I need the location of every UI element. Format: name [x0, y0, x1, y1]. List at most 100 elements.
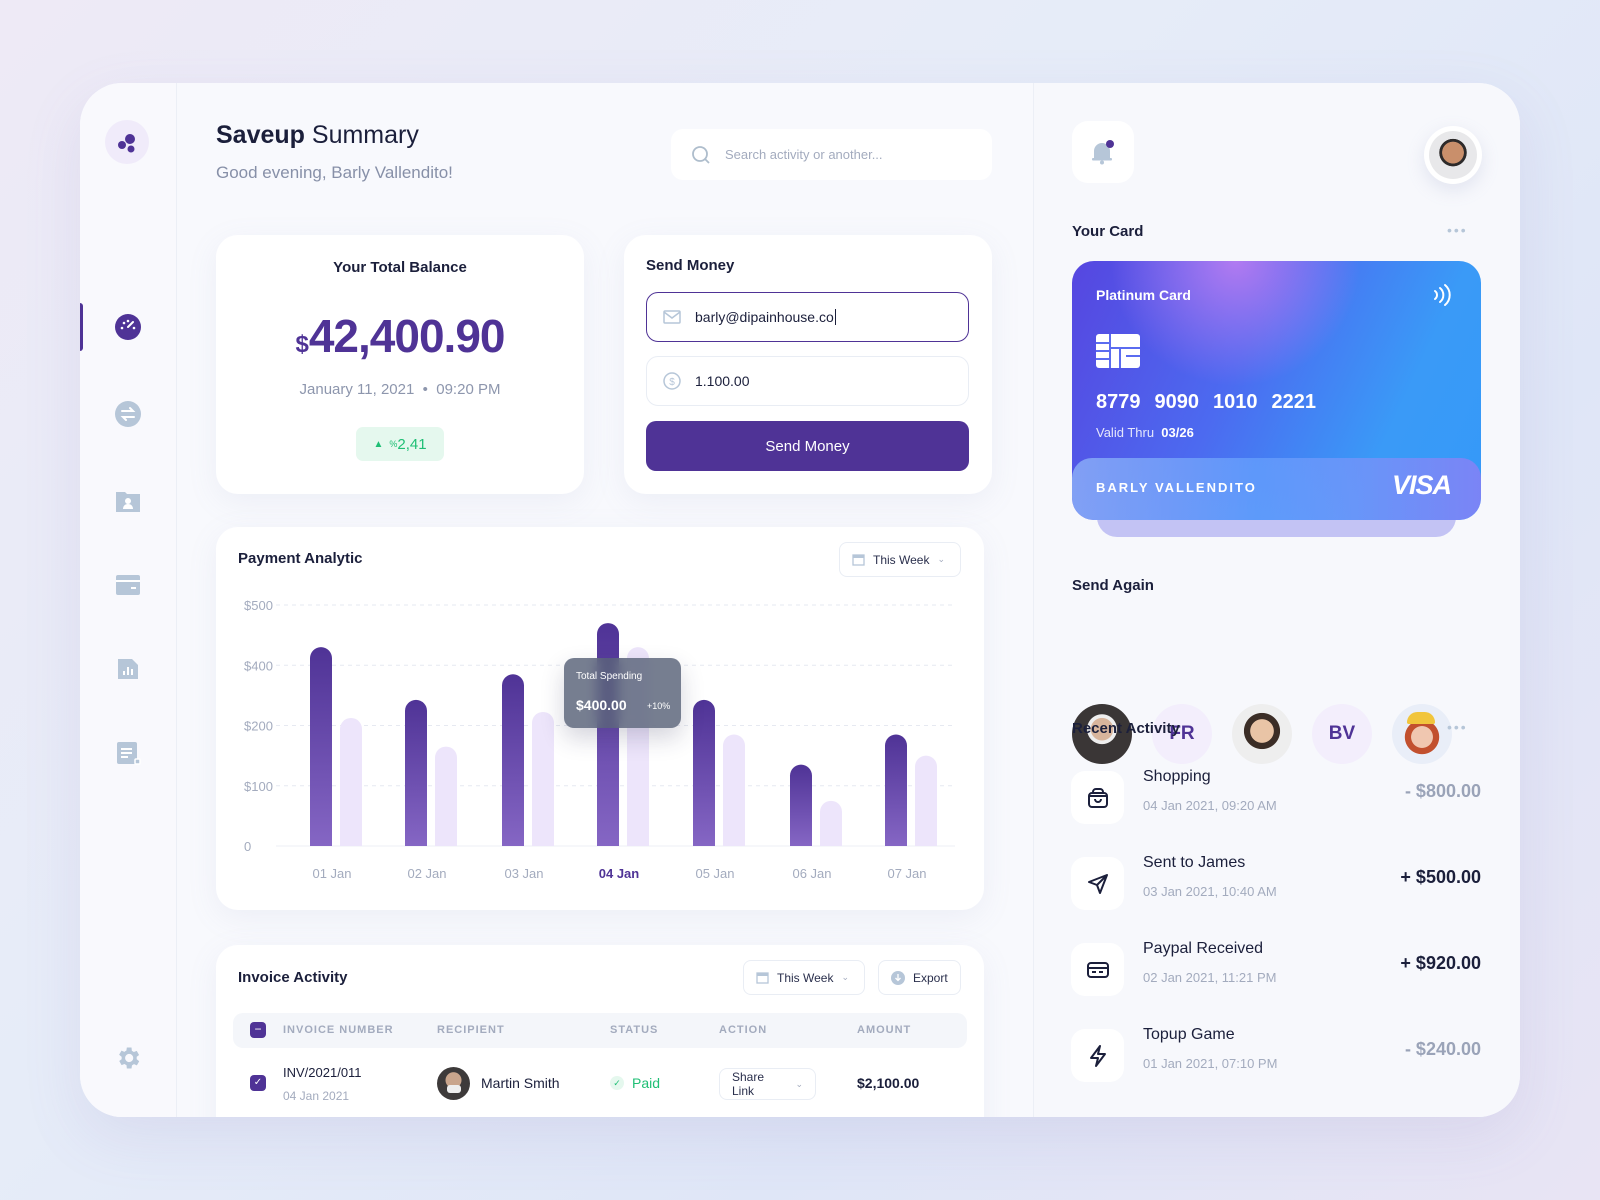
change-value: 2,41: [397, 435, 427, 453]
contacts-folder-icon: [116, 492, 140, 512]
logo-icon: [118, 134, 135, 153]
email-field[interactable]: barly@dipainhouse.co: [646, 292, 969, 342]
sidebar: [80, 83, 177, 1117]
activity-item[interactable]: Paypal Received 02 Jan 2021, 11:21 PM + …: [1071, 940, 1481, 997]
credit-card[interactable]: Platinum Card 8779 9090 1010 2221 Valid Thr…: [1072, 261, 1481, 520]
amount-value: 1.100.00: [695, 373, 750, 389]
spending-bar: [405, 699, 427, 846]
y-tick-label: $400: [244, 658, 273, 673]
col-recipient: RECIPIENT: [437, 1024, 505, 1036]
card-type: Platinum Card: [1096, 287, 1191, 303]
nav-transfer[interactable]: [111, 397, 145, 431]
svg-text:$: $: [669, 377, 675, 388]
notification-button[interactable]: [1072, 121, 1134, 183]
send-again-title: Send Again: [1072, 577, 1154, 594]
tooltip-change: +10%: [647, 701, 671, 711]
search-placeholder: Search activity or another...: [725, 147, 883, 162]
invoice-number: INV/2021/011: [283, 1065, 362, 1080]
visa-logo: VISA: [1391, 470, 1452, 500]
invoice-amount: $2,100.00: [857, 1075, 920, 1091]
activity-more-icon[interactable]: •••: [1447, 720, 1468, 734]
invoice-date: 04 Jan 2021: [283, 1089, 350, 1103]
send-money-button[interactable]: Send Money: [646, 421, 969, 471]
page-title: Saveup Summary: [216, 121, 419, 150]
status-label: Paid: [632, 1075, 661, 1091]
y-tick-label: $100: [244, 779, 273, 794]
mask: [447, 1085, 461, 1093]
status-badge: ✓ Paid: [610, 1075, 660, 1091]
x-tick-label: 04 Jan: [599, 866, 640, 881]
change-prefix: %: [389, 439, 398, 449]
card-validity: Valid Thru 03/26: [1096, 425, 1194, 440]
nav-wallet[interactable]: [111, 568, 145, 602]
activity-item[interactable]: Sent to James 03 Jan 2021, 10:40 AM + $5…: [1071, 854, 1481, 911]
spending-bar: [790, 764, 812, 846]
chevron-down-icon: ⌄: [841, 972, 850, 982]
send-again-contact[interactable]: [1232, 704, 1292, 764]
invoice-icon: [117, 742, 141, 765]
balance-title: Your Total Balance: [333, 259, 467, 276]
invoice-title: Invoice Activity: [238, 969, 348, 986]
balance-change-badge: ▲% 2,41: [356, 427, 444, 461]
col-action: ACTION: [719, 1024, 768, 1036]
activity-item[interactable]: Shopping 04 Jan 2021, 09:20 AM - $800.00: [1071, 768, 1481, 825]
comparison-bar: [532, 711, 554, 846]
search-icon: [692, 145, 710, 164]
tooltip-label: Total Spending: [576, 671, 643, 682]
comparison-bar: [820, 800, 842, 846]
share-link-dropdown[interactable]: Share Link ⌄: [719, 1068, 816, 1100]
cap: [1407, 712, 1435, 724]
table-row[interactable]: ✓ INV/2021/011 04 Jan 2021 Martin Smith …: [233, 1055, 967, 1115]
x-tick-label: 05 Jan: [695, 866, 734, 881]
comparison-bar: [915, 755, 937, 846]
activity-icon-box: [1071, 1029, 1124, 1082]
row-checkbox[interactable]: ✓: [250, 1075, 266, 1091]
send-money-card: Send Money barly@dipainhouse.co $ 1.100.…: [624, 235, 992, 494]
logo: [105, 120, 149, 164]
balance-amount: $42,400.90: [216, 309, 584, 363]
activity-title: Paypal Received: [1143, 940, 1264, 957]
gear-icon: [119, 1047, 140, 1069]
select-all-checkbox[interactable]: −: [250, 1022, 266, 1038]
activity-title: Shopping: [1143, 768, 1211, 785]
nav-invoices[interactable]: [111, 736, 145, 770]
card-number-group: 1010: [1213, 391, 1258, 413]
app-window: Saveup Summary Good evening, Barly Valle…: [80, 83, 1520, 1117]
your-card-title: Your Card: [1072, 223, 1144, 240]
send-icon: [1087, 873, 1108, 894]
col-invoice-number: INVOICE NUMBER: [283, 1024, 394, 1036]
nav-contacts[interactable]: [111, 484, 145, 518]
balance-card: Your Total Balance $42,400.90 January 11…: [216, 235, 584, 494]
x-tick-label: 01 Jan: [312, 866, 351, 881]
balance-time: 09:20 PM: [436, 381, 501, 398]
amount-field[interactable]: $ 1.100.00: [646, 356, 969, 406]
invoice-activity-card: Invoice Activity This Week ⌄ Export − IN…: [216, 945, 984, 1117]
card-number-group: 9090: [1154, 391, 1200, 413]
invoice-period-dropdown[interactable]: This Week ⌄: [743, 960, 865, 995]
share-link-label: Share Link: [732, 1070, 765, 1098]
export-button[interactable]: Export: [878, 960, 961, 995]
contactless-icon: [1434, 284, 1451, 306]
nav-settings[interactable]: [111, 1041, 145, 1075]
send-again-contact[interactable]: [1392, 704, 1452, 764]
user-avatar[interactable]: [1424, 126, 1482, 184]
contact-initials: BV: [1328, 723, 1356, 744]
recipient-avatar: [437, 1067, 470, 1100]
card-number: 8779 9090 1010 2221: [1096, 391, 1316, 414]
currency-symbol: $: [295, 331, 309, 358]
card-holder: BARLY VALLENDITO: [1096, 480, 1257, 495]
activity-date: 03 Jan 2021, 10:40 AM: [1143, 884, 1277, 899]
activity-icon-box: [1071, 771, 1124, 824]
search-input[interactable]: Search activity or another...: [671, 129, 992, 180]
nav-dashboard[interactable]: [111, 310, 145, 344]
card-more-icon[interactable]: •••: [1447, 223, 1468, 237]
lightning-icon: [1089, 1044, 1106, 1067]
col-amount: AMOUNT: [857, 1024, 912, 1036]
nav-reports[interactable]: [111, 652, 145, 686]
bell-icon: [1092, 140, 1114, 165]
activity-icon-box: [1071, 857, 1124, 910]
x-tick-label: 02 Jan: [407, 866, 446, 881]
activity-item[interactable]: Topup Game 01 Jan 2021, 07:10 PM - $240.…: [1071, 1026, 1481, 1083]
send-again-contact[interactable]: BV: [1312, 704, 1372, 764]
valid-date: 03/26: [1161, 425, 1194, 440]
